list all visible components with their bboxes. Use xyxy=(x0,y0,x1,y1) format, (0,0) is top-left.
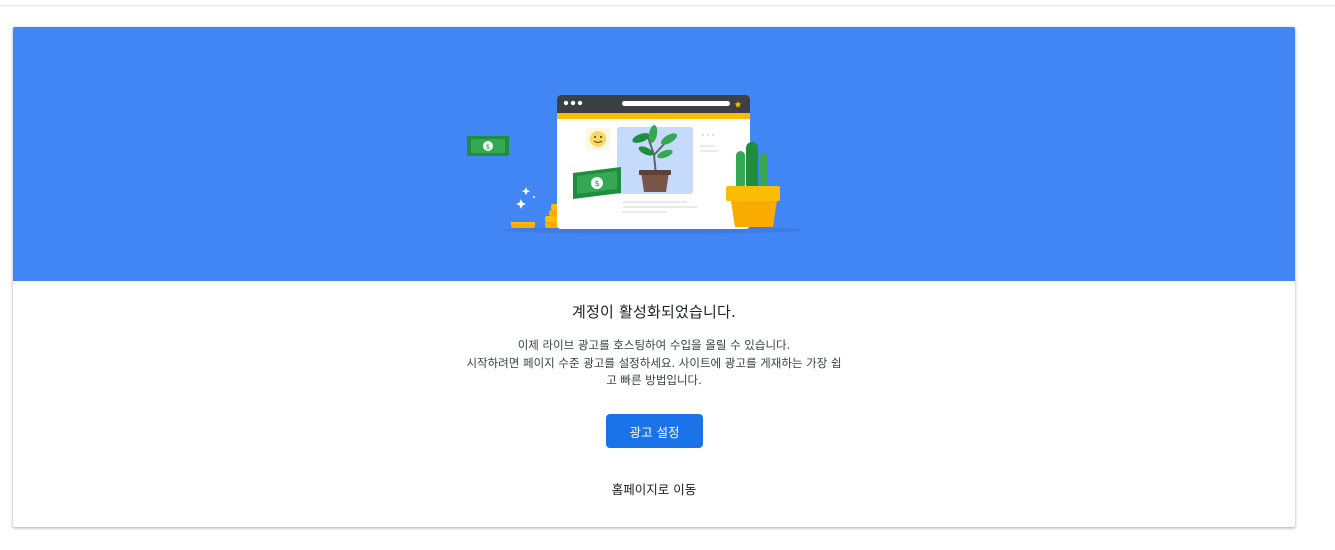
svg-text:$: $ xyxy=(486,143,490,151)
setup-ads-button[interactable]: 광고 설정 xyxy=(606,414,703,448)
smiley-icon xyxy=(586,128,610,150)
description-line: 이제 라이브 광고를 호스팅하여 수입을 올릴 수 있습니다. xyxy=(517,338,791,352)
svg-text:$: $ xyxy=(594,179,599,188)
description-line: 고 빠른 방법입니다. xyxy=(606,373,702,387)
sparkle-icon xyxy=(516,187,535,209)
money-bill-icon: $ xyxy=(467,136,509,156)
description: 이제 라이브 광고를 호스팅하여 수입을 올릴 수 있습니다. 시작하려면 페이… xyxy=(424,337,884,390)
hero-banner: $ $ xyxy=(13,27,1295,281)
hero-illustration: $ $ xyxy=(467,95,803,234)
go-to-homepage-link: 홈페이지로 이동 xyxy=(13,479,1295,498)
activation-card: $ $ 계정이 활성화되었습니다. 이제 라이브 광고를 호스팅하여 수입을 올… xyxy=(13,27,1295,527)
browser-window-icon xyxy=(557,95,750,229)
page-title: 계정이 활성화되었습니다. xyxy=(572,303,736,321)
description-line: 시작하려면 페이지 수준 광고를 설정하세요. 사이트에 광고를 게재하는 가장… xyxy=(466,355,842,370)
go-to-homepage-link-label[interactable]: 홈페이지로 이동 xyxy=(612,482,696,497)
top-divider xyxy=(0,5,1335,6)
